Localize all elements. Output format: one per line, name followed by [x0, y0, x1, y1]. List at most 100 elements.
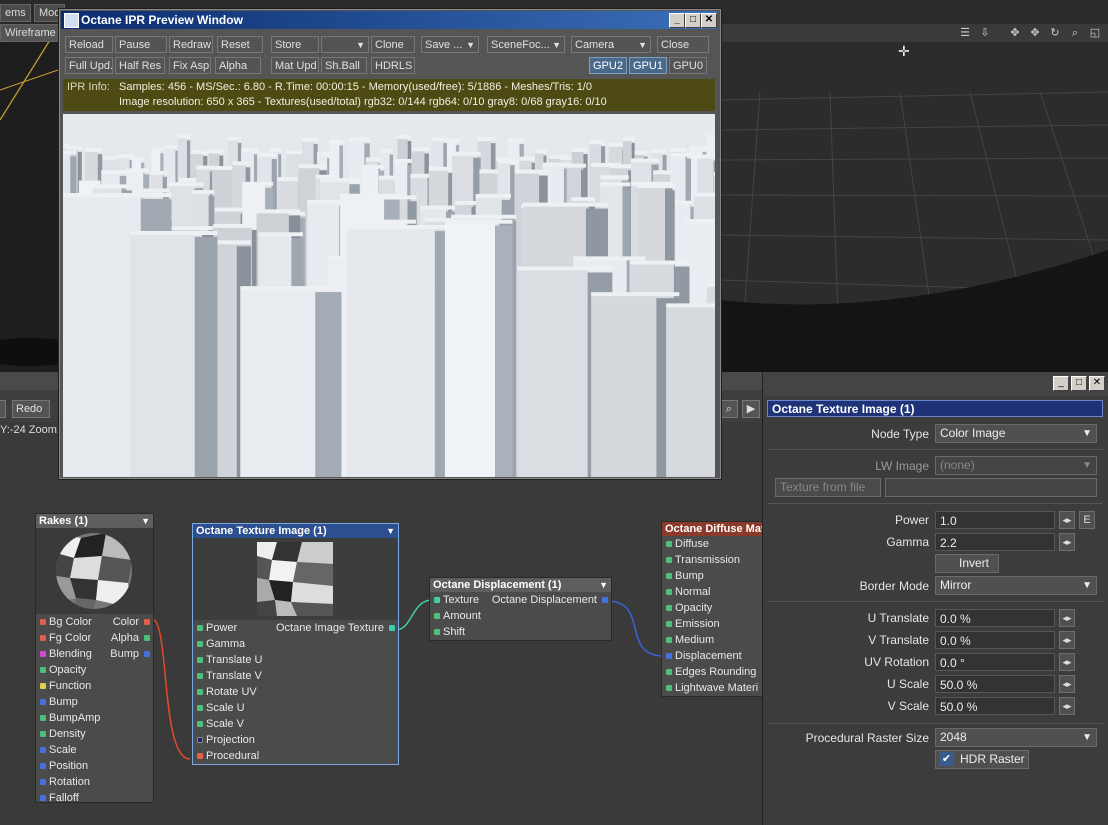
view-mode-dropdown[interactable]: Wireframe [0, 24, 61, 42]
input-port-diffuse-0[interactable]: Diffuse [662, 536, 767, 552]
diffuse-node-title[interactable]: Octane Diffuse Mate [662, 522, 767, 536]
u-translate-input[interactable]: 0.0 % [935, 609, 1055, 627]
diffuse-material-node[interactable]: Octane Diffuse Mate Diffuse Transmission B… [661, 521, 768, 697]
input-port-texture-6[interactable]: Scale V [193, 716, 398, 732]
rakes-node[interactable]: Rakes (1) ▼ Bg Color Color Fg Color Alpha Bl… [35, 513, 154, 806]
output-port-dot-icon[interactable] [144, 635, 150, 641]
gpu-toggle-2[interactable]: GPU0 [669, 57, 707, 74]
power-input[interactable]: 1.0 [935, 511, 1055, 529]
gpu-toggle-0[interactable]: GPU2 [589, 57, 627, 74]
texture-node-title[interactable]: Octane Texture Image (1) ▼ [193, 524, 398, 538]
ipr-button-9[interactable]: Camera ▼ [571, 36, 651, 53]
ipr-button-0[interactable]: Reload [65, 36, 113, 53]
pan-icon[interactable]: ✥ [1028, 26, 1042, 40]
input-port-diffuse-4[interactable]: Opacity [662, 600, 767, 616]
power-envelope-button[interactable]: E [1079, 511, 1095, 529]
texture-image-node[interactable]: Octane Texture Image (1) ▼ Power Octane I… [192, 523, 399, 765]
output-port-dot-icon[interactable] [389, 625, 395, 631]
ipr-button-2[interactable]: Redraw [169, 36, 213, 53]
uv-rotation-stepper-icon[interactable]: ◂▸ [1059, 653, 1075, 671]
input-port-rakes-8[interactable]: Scale [36, 742, 153, 758]
output-port-dot-icon[interactable] [144, 651, 150, 657]
gamma-stepper-icon[interactable]: ◂▸ [1059, 533, 1075, 551]
ipr-button-6[interactable]: Clone [371, 36, 415, 53]
close-icon[interactable]: ✕ [1089, 376, 1105, 391]
move-view-icon[interactable]: ✥ [1008, 26, 1022, 40]
ipr-preview-window[interactable]: Octane IPR Preview Window _ □ ✕ Reload Pa… [58, 8, 722, 480]
input-port-texture-3[interactable]: Translate V [193, 668, 398, 684]
ipr-option-5[interactable]: Sh.Ball [321, 57, 367, 74]
input-port-diffuse-3[interactable]: Normal [662, 584, 767, 600]
input-port-rakes-0[interactable]: Bg Color Color [36, 614, 153, 630]
ipr-button-3[interactable]: Reset [217, 36, 263, 53]
ipr-button-7[interactable]: Save ... ▼ [421, 36, 479, 53]
input-port-rakes-3[interactable]: Opacity [36, 662, 153, 678]
node-menu-icon[interactable]: ▼ [599, 578, 608, 592]
output-port-dot-icon[interactable] [144, 619, 150, 625]
node-type-dropdown[interactable]: Color Image ▼ [935, 424, 1097, 443]
input-port-rakes-7[interactable]: Density [36, 726, 153, 742]
input-port-rakes-1[interactable]: Fg Color Alpha [36, 630, 153, 646]
node-menu-icon[interactable]: ▼ [141, 514, 150, 528]
uv-rotation-input[interactable]: 0.0 ° [935, 653, 1055, 671]
input-port-displacement-2[interactable]: Shift [430, 624, 611, 640]
input-port-texture-1[interactable]: Gamma [193, 636, 398, 652]
input-port-diffuse-5[interactable]: Emission [662, 616, 767, 632]
u-scale-stepper-icon[interactable]: ◂▸ [1059, 675, 1075, 693]
ipr-button-10[interactable]: Close [657, 36, 709, 53]
input-port-displacement-0[interactable]: Texture Octane Displacement [430, 592, 611, 608]
input-port-rakes-9[interactable]: Position [36, 758, 153, 774]
input-port-diffuse-9[interactable]: Lightwave Materi [662, 680, 767, 696]
raster-size-dropdown[interactable]: 2048 ▼ [935, 728, 1097, 747]
input-port-rakes-11[interactable]: Falloff [36, 790, 153, 806]
maximize-view-icon[interactable]: ◱ [1088, 26, 1102, 40]
save-view-icon[interactable]: ⇩ [978, 26, 992, 40]
output-port-dot-icon[interactable] [602, 597, 608, 603]
u-translate-stepper-icon[interactable]: ◂▸ [1059, 609, 1075, 627]
input-port-diffuse-1[interactable]: Transmission [662, 552, 767, 568]
input-port-displacement-1[interactable]: Amount [430, 608, 611, 624]
ipr-option-2[interactable]: Fix Asp. [169, 57, 211, 74]
power-stepper-icon[interactable]: ◂▸ [1059, 511, 1075, 529]
input-port-texture-0[interactable]: Power Octane Image Texture [193, 620, 398, 636]
rotate-icon[interactable]: ↻ [1048, 26, 1062, 40]
input-port-diffuse-7[interactable]: Displacement [662, 648, 767, 664]
texture-path-field[interactable] [885, 478, 1097, 497]
node-menu-icon[interactable]: ▼ [386, 524, 395, 538]
invert-toggle[interactable]: Invert [935, 554, 999, 573]
ipr-button-4[interactable]: Store [271, 36, 319, 53]
gpu-toggle-1[interactable]: GPU1 [629, 57, 667, 74]
input-port-diffuse-2[interactable]: Bump [662, 568, 767, 584]
ipr-option-1[interactable]: Half Res [115, 57, 165, 74]
input-port-texture-7[interactable]: Projection [193, 732, 398, 748]
zoom-icon[interactable]: ⌕ [1068, 26, 1082, 40]
v-translate-input[interactable]: 0.0 % [935, 631, 1055, 649]
input-port-texture-8[interactable]: Procedural [193, 748, 398, 764]
displacement-node[interactable]: Octane Displacement (1) ▼ Texture Octane … [429, 577, 612, 641]
tab-items[interactable]: ems [0, 4, 31, 22]
lw-image-dropdown[interactable]: (none) ▼ [935, 456, 1097, 475]
ipr-option-0[interactable]: Full Upd. [65, 57, 113, 74]
ipr-button-5[interactable]: ▼ [321, 36, 369, 53]
rakes-node-title[interactable]: Rakes (1) ▼ [36, 514, 153, 528]
border-mode-dropdown[interactable]: Mirror ▼ [935, 576, 1097, 595]
displacement-node-title[interactable]: Octane Displacement (1) ▼ [430, 578, 611, 592]
input-port-texture-5[interactable]: Scale U [193, 700, 398, 716]
minimize-icon[interactable]: _ [1053, 376, 1069, 391]
v-scale-stepper-icon[interactable]: ◂▸ [1059, 697, 1075, 715]
input-port-texture-4[interactable]: Rotate UV [193, 684, 398, 700]
ipr-button-1[interactable]: Pause [115, 36, 167, 53]
input-port-rakes-6[interactable]: BumpAmp [36, 710, 153, 726]
input-port-rakes-2[interactable]: Blending Bump [36, 646, 153, 662]
maximize-icon[interactable]: □ [1071, 376, 1087, 391]
input-port-diffuse-6[interactable]: Medium [662, 632, 767, 648]
input-port-diffuse-8[interactable]: Edges Rounding [662, 664, 767, 680]
ipr-option-4[interactable]: Mat Upd [271, 57, 319, 74]
texture-from-file-button[interactable]: Texture from file [775, 478, 881, 497]
input-port-rakes-5[interactable]: Bump [36, 694, 153, 710]
u-scale-input[interactable]: 50.0 % [935, 675, 1055, 693]
v-scale-input[interactable]: 50.0 % [935, 697, 1055, 715]
input-port-rakes-10[interactable]: Rotation [36, 774, 153, 790]
ipr-button-8[interactable]: SceneFoc... ▼ [487, 36, 565, 53]
ipr-option-6[interactable]: HDRLS [371, 57, 415, 74]
